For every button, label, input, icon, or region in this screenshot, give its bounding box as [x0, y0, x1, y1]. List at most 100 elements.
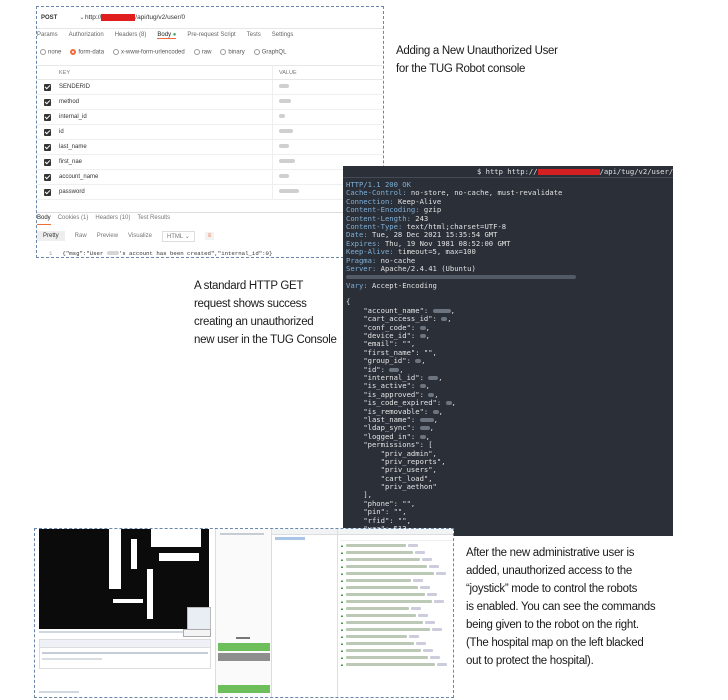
row-value-redacted[interactable] — [273, 114, 285, 120]
redacted-value — [279, 159, 295, 163]
radio-form-data[interactable]: form-data — [70, 49, 104, 56]
column-value: VALUE — [279, 69, 297, 76]
ws-message-line: ▲ — [340, 578, 453, 583]
row-value-redacted[interactable] — [273, 174, 289, 180]
tab-cookies[interactable]: Cookies (1) — [58, 215, 89, 225]
row-checkbox[interactable] — [37, 158, 57, 166]
row-value-redacted[interactable] — [273, 189, 299, 195]
redacted-value — [419, 426, 430, 431]
redacted-value — [432, 409, 439, 414]
radio-label: raw — [201, 49, 212, 56]
redacted-value — [445, 401, 452, 406]
tab-response-body[interactable]: Body — [37, 215, 51, 225]
hospital-map-blacked-out — [39, 529, 209, 629]
radio-raw[interactable]: raw — [193, 49, 212, 56]
prompt-path: /api/tug/v2/user/ — [599, 167, 673, 176]
ws-message-line: ▲ — [340, 620, 453, 625]
map-zoom-controls[interactable] — [187, 607, 211, 631]
row-checkbox[interactable] — [37, 143, 57, 151]
radio-urlencoded[interactable]: x-www-form-urlencoded — [113, 49, 185, 56]
caption-line: being given to the robot on the right. — [466, 619, 639, 631]
arrow-up-icon: ▲ — [340, 662, 344, 667]
ws-message-line: ▲ — [340, 550, 453, 555]
row-checkbox[interactable] — [37, 83, 57, 91]
row-key[interactable]: last_name — [57, 140, 273, 154]
radio-graphql[interactable]: GraphQL — [253, 49, 286, 56]
tab-raw[interactable]: Raw — [75, 233, 87, 239]
caption-line: “joystick” mode to control the robots — [466, 583, 638, 595]
redacted-value — [279, 99, 291, 103]
radio-none[interactable]: none — [40, 49, 61, 56]
tab-visualize[interactable]: Visualize — [128, 233, 152, 239]
arrow-up-icon: ▲ — [340, 585, 344, 590]
redacted-value — [279, 114, 285, 118]
radio-icon — [193, 49, 200, 55]
tab-settings[interactable]: Settings — [272, 32, 294, 39]
row-checkbox[interactable] — [37, 128, 57, 136]
ws-message-line: ▲ — [340, 662, 453, 667]
wrap-icon[interactable]: ≡ — [204, 232, 215, 240]
tab-body[interactable]: Body ● — [157, 32, 177, 39]
row-key[interactable]: SENDERID — [57, 80, 273, 94]
redacted-value — [428, 375, 439, 380]
checkmark-icon — [43, 173, 51, 181]
caption-line: creating an unauthorized — [194, 316, 314, 328]
tab-headers[interactable]: Headers (8) — [115, 32, 147, 39]
row-checkbox[interactable] — [37, 113, 57, 121]
url-suffix: /api/tug/v2/user/0 — [135, 14, 186, 22]
tab-params[interactable]: Params — [37, 32, 58, 39]
format-select[interactable]: HTML ⌄ — [161, 230, 195, 242]
redacted-value — [279, 144, 289, 148]
row-checkbox[interactable] — [37, 173, 57, 181]
joystick-mode-button[interactable] — [218, 685, 270, 693]
row-key[interactable]: password — [57, 185, 273, 199]
tab-pre-request-script[interactable]: Pre-request Script — [187, 32, 235, 39]
row-checkbox[interactable] — [37, 188, 57, 196]
arrow-up-icon: ▲ — [340, 620, 344, 625]
radio-label: form-data — [78, 49, 105, 56]
row-key[interactable]: internal_id — [57, 110, 273, 124]
ws-message-line: ▲ — [340, 627, 453, 632]
row-key[interactable]: id — [57, 125, 273, 139]
url-input[interactable]: http:// /api/tug/v2/user/0 — [85, 13, 186, 22]
checkmark-icon — [43, 83, 51, 91]
radio-binary[interactable]: binary — [220, 49, 245, 56]
tab-pretty[interactable]: Pretty — [37, 231, 65, 241]
form-data-row: method — [37, 95, 383, 110]
arrow-up-icon: ▲ — [340, 655, 344, 660]
redacted-value — [441, 317, 448, 322]
dot-icon: ● — [172, 32, 177, 38]
tab-test-results[interactable]: Test Results — [137, 215, 170, 225]
row-key[interactable]: method — [57, 95, 273, 109]
start-button[interactable] — [218, 643, 270, 651]
tab-tests[interactable]: Tests — [247, 32, 261, 39]
response-text: {"msg":"User 's account has been created… — [62, 250, 272, 257]
arrow-up-icon: ▲ — [340, 641, 344, 646]
arrow-up-icon: ▲ — [340, 599, 344, 604]
row-value-redacted[interactable] — [273, 144, 289, 150]
arrow-up-icon: ▲ — [340, 634, 344, 639]
row-value-redacted[interactable] — [273, 159, 295, 165]
row-key[interactable]: account_name — [57, 170, 273, 184]
method-select[interactable]: POST ⌄ — [37, 14, 85, 22]
row-checkbox[interactable] — [37, 98, 57, 106]
row-key[interactable]: first_nae — [57, 155, 273, 169]
format-select-label: HTML — [166, 233, 184, 240]
tab-preview[interactable]: Preview — [97, 233, 118, 239]
tab-response-headers[interactable]: Headers (10) — [95, 215, 130, 225]
stop-button[interactable] — [218, 653, 270, 661]
row-value-redacted[interactable] — [273, 99, 291, 105]
redacted-value — [419, 384, 426, 389]
row-value-redacted[interactable] — [273, 84, 289, 90]
response-text-start: {"msg":"User — [62, 250, 107, 257]
arrow-up-icon: ▲ — [340, 571, 344, 576]
tab-body-label: Body — [157, 32, 172, 38]
caption-line: out to protect the hospital). — [466, 655, 594, 667]
format-tabs: Pretty Raw Preview Visualize HTML ⌄ ≡ — [37, 228, 383, 244]
ws-message-line: ▲ — [340, 599, 453, 604]
row-value-redacted[interactable] — [273, 129, 293, 135]
arrow-up-icon: ▲ — [340, 578, 344, 583]
speed-slider[interactable] — [183, 629, 211, 637]
redacted-value — [389, 367, 400, 372]
tab-authorization[interactable]: Authorization — [69, 32, 104, 39]
